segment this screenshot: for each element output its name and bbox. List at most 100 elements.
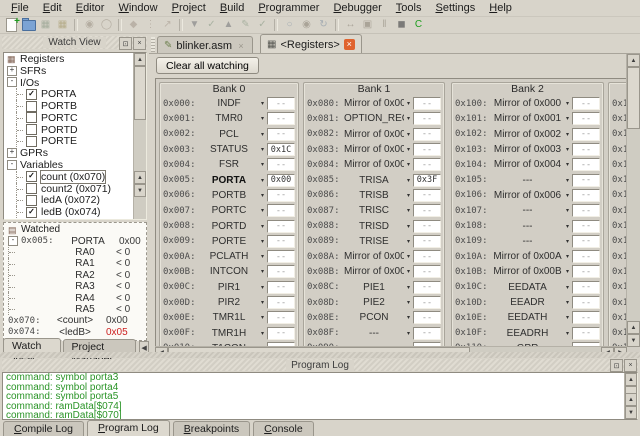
register-format-dropdown-icon[interactable]: ▾ — [563, 284, 572, 291]
expander-icon[interactable]: - — [7, 160, 17, 171]
verify-button[interactable]: ✓ — [203, 17, 220, 32]
checkbox[interactable]: ✓ — [26, 206, 37, 218]
register-value-field[interactable]: -- — [572, 97, 600, 111]
jump-button[interactable]: ↗ — [159, 17, 176, 32]
register-value-field[interactable]: 0x3F — [413, 173, 441, 187]
register-format-dropdown-icon[interactable]: ▾ — [404, 146, 413, 153]
close-tab-icon[interactable]: × — [343, 39, 355, 50]
watched-item-ra4[interactable]: RA4 < 0 — [4, 292, 146, 304]
read-device-button[interactable]: ▲ — [220, 17, 237, 32]
menu-debugger[interactable]: Debugger — [326, 1, 388, 15]
register-value-field[interactable]: -- — [572, 158, 600, 172]
register-format-dropdown-icon[interactable]: ▾ — [258, 115, 267, 122]
watched-item-ra2[interactable]: RA2 < 0 — [4, 269, 146, 281]
register-format-dropdown-icon[interactable]: ▾ — [258, 161, 267, 168]
register-value-field[interactable]: -- — [572, 296, 600, 309]
register-format-dropdown-icon[interactable]: ▾ — [404, 299, 413, 306]
watched-item-ra0[interactable]: RA0 < 0 — [4, 246, 146, 259]
tab-blinker-asm[interactable]: ✎ blinker.asm × — [157, 36, 254, 54]
watched-item-ledb[interactable]: 0x074: <ledB> 0x05 — [4, 327, 146, 338]
register-value-field[interactable]: -- — [267, 127, 295, 141]
save-as-button[interactable]: ▦ — [54, 17, 71, 32]
register-format-dropdown-icon[interactable]: ▾ — [258, 253, 267, 260]
register-format-dropdown-icon[interactable]: ▾ — [404, 238, 413, 245]
pause-button[interactable]: ‖ — [376, 17, 393, 32]
new-file-button[interactable]: + — [3, 16, 20, 32]
register-value-field[interactable]: -- — [413, 250, 441, 264]
menu-editor[interactable]: Editor — [69, 1, 112, 15]
register-format-dropdown-icon[interactable]: ▾ — [258, 207, 267, 214]
register-value-field[interactable]: -- — [413, 188, 441, 202]
register-format-dropdown-icon[interactable]: ▾ — [258, 299, 267, 306]
register-format-dropdown-icon[interactable]: ▾ — [404, 223, 413, 230]
register-format-dropdown-icon[interactable]: ▾ — [563, 177, 572, 184]
register-value-field[interactable]: -- — [413, 143, 441, 157]
register-format-dropdown-icon[interactable]: ▾ — [258, 238, 267, 245]
reset-button[interactable]: ↻ — [315, 17, 332, 32]
register-value-field[interactable]: -- — [267, 158, 295, 172]
find-button[interactable]: ◉ — [81, 17, 98, 32]
checkbox[interactable]: ✓ — [26, 88, 37, 100]
register-format-dropdown-icon[interactable]: ▾ — [258, 330, 267, 337]
register-format-dropdown-icon[interactable]: ▾ — [563, 207, 572, 214]
tab-program-log[interactable]: Program Log — [86, 420, 170, 436]
register-value-field[interactable]: -- — [267, 311, 295, 325]
menu-window[interactable]: Window — [111, 1, 164, 15]
register-format-dropdown-icon[interactable]: ▾ — [258, 146, 267, 153]
stop-button[interactable]: ◼ — [393, 17, 410, 32]
expander-icon[interactable]: + — [7, 148, 17, 159]
menu-build[interactable]: Build — [213, 1, 251, 15]
scroll-down-icon[interactable]: ▼ — [627, 334, 640, 347]
tree-item-portc[interactable]: PORTC — [4, 112, 146, 124]
register-format-dropdown-icon[interactable]: ▾ — [563, 223, 572, 230]
dock-float-icon[interactable]: ⊡ — [610, 359, 623, 372]
tree-scrollbar[interactable]: ▲ ▲ ▼ — [133, 53, 146, 219]
register-value-field[interactable]: -- — [267, 204, 295, 218]
register-format-dropdown-icon[interactable]: ▾ — [563, 192, 572, 199]
register-value-field[interactable]: -- — [267, 250, 295, 264]
register-value-field[interactable]: -- — [572, 265, 600, 279]
registers-vertical-scrollbar[interactable]: ▲ ▲ ▼ — [626, 54, 640, 347]
expander-icon[interactable]: - — [7, 77, 17, 88]
watched-root[interactable]: ▤ Watched — [4, 224, 146, 235]
register-value-field[interactable]: -- — [572, 311, 600, 325]
checkbox[interactable]: ✓ — [26, 171, 37, 183]
checkbox[interactable] — [26, 194, 37, 206]
register-value-field[interactable]: -- — [572, 188, 600, 202]
tree-item-registers[interactable]: ▦ Registers — [4, 53, 146, 65]
scroll-up-icon[interactable]: ▲ — [625, 373, 637, 386]
scroll-down-icon[interactable]: ▼ — [134, 184, 146, 197]
register-value-field[interactable]: -- — [413, 204, 441, 218]
tree-item-portd[interactable]: PORTD — [4, 124, 146, 136]
chip-config-button[interactable]: ⋮ — [142, 17, 159, 32]
tab-breakpoints[interactable]: Breakpoints — [172, 421, 251, 436]
tree-item-variables[interactable]: - Variables — [4, 159, 146, 171]
watched-item-ra3[interactable]: RA3 < 0 — [4, 280, 146, 293]
erase-button[interactable]: ✎ — [237, 17, 254, 32]
register-format-dropdown-icon[interactable]: ▾ — [258, 284, 267, 291]
tree-item-i-os[interactable]: - I/Os — [4, 77, 146, 89]
register-value-field[interactable]: -- — [572, 112, 600, 126]
rewind-button[interactable]: ◆ — [125, 17, 142, 32]
register-value-field[interactable]: -- — [572, 280, 600, 294]
register-value-field[interactable]: -- — [413, 219, 441, 233]
disconnect-button[interactable]: C — [410, 17, 427, 32]
register-format-dropdown-icon[interactable]: ▾ — [563, 131, 572, 138]
register-value-field[interactable]: -- — [413, 158, 441, 172]
register-value-field[interactable]: -- — [413, 311, 441, 325]
register-format-dropdown-icon[interactable]: ▾ — [563, 161, 572, 168]
close-icon[interactable]: × — [624, 359, 637, 372]
register-format-dropdown-icon[interactable]: ▾ — [258, 100, 267, 107]
register-value-field[interactable]: -- — [413, 112, 441, 126]
scroll-up-icon[interactable]: ▲ — [134, 53, 146, 66]
watched-item-ra5[interactable]: RA5 < 0 — [4, 303, 146, 316]
expander-icon[interactable]: - — [8, 236, 18, 247]
program-device-button[interactable]: ▼ — [186, 17, 203, 32]
register-value-field[interactable]: -- — [572, 143, 600, 157]
log-scrollbar[interactable]: ▲ ▲ ▼ — [624, 373, 637, 419]
tree-item-count-0x070[interactable]: ✓ count (0x070) — [4, 169, 146, 184]
tree-item-leda-0x072[interactable]: ledA (0x072) — [4, 194, 146, 206]
register-value-field[interactable]: -- — [413, 296, 441, 309]
register-format-dropdown-icon[interactable]: ▾ — [563, 238, 572, 245]
watched-item-ra1[interactable]: RA1 < 0 — [4, 258, 146, 270]
